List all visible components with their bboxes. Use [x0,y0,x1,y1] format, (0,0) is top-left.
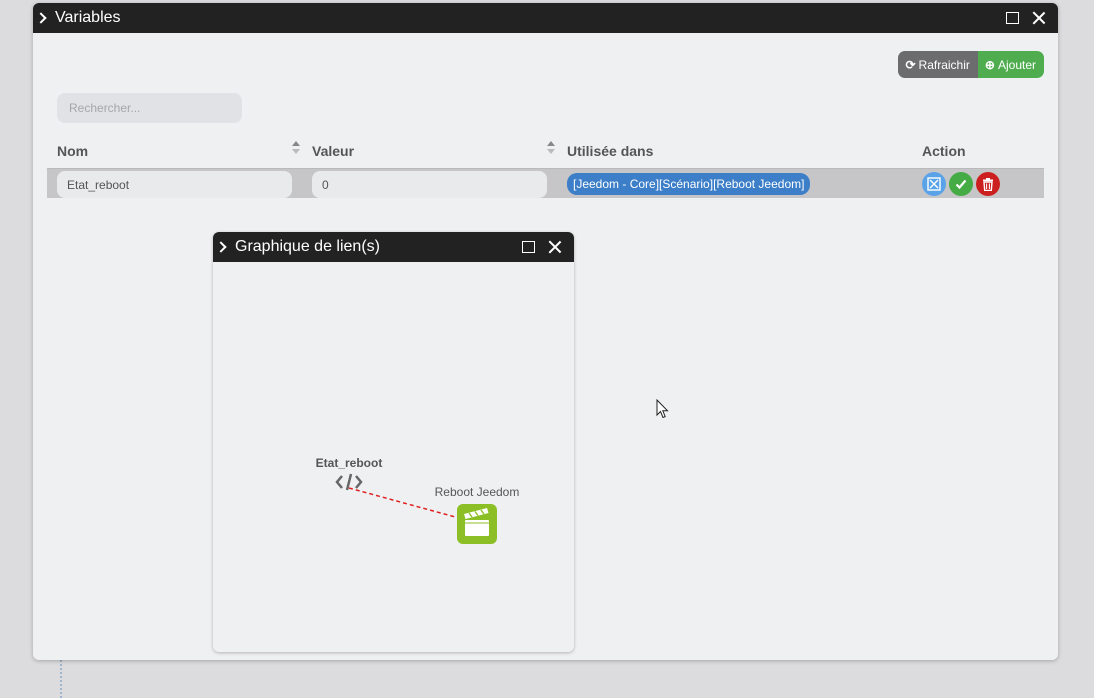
mouse-cursor-icon [656,399,669,419]
check-icon[interactable] [949,172,973,196]
close-icon[interactable] [548,240,562,254]
scenario-clapperboard-icon[interactable] [457,504,497,544]
value-field[interactable]: 0 [312,171,547,198]
graph-node-label: Reboot Jeedom [435,485,520,499]
header-action: Action [922,143,966,159]
background-dotted-line [60,660,62,698]
chevron-right-icon[interactable] [35,12,47,24]
header-nom[interactable]: Nom [57,143,88,159]
used-in-tag[interactable]: [Jeedom - Core][Scénario][Reboot Jeedom] [567,173,811,195]
header-valeur[interactable]: Valeur [312,143,354,159]
link-graph-window: Graphique de lien(s) Etat_reboot Reboot … [213,232,574,652]
table-header: Nom Valeur Utilisée dans Action [57,139,1047,161]
refresh-button[interactable]: ⟳ Rafraichir [898,51,978,78]
trash-icon[interactable] [976,172,1000,196]
graph-node-label: Etat_reboot [316,456,383,470]
search-input[interactable] [57,93,242,123]
name-field[interactable]: Etat_reboot [57,171,292,198]
modal-titlebar[interactable]: Variables [33,3,1058,33]
table-row: Etat_reboot 0 [Jeedom - Core][Scénario][… [47,168,1044,198]
maximize-icon[interactable] [1006,12,1019,24]
toolbar: ⟳ Rafraichir ⊕ Ajouter [898,51,1044,78]
code-icon[interactable] [335,473,363,491]
maximize-icon[interactable] [522,241,535,253]
refresh-button-label: Rafraichir [918,57,970,72]
graph-window-title: Graphique de lien(s) [235,238,380,255]
link-graph-icon[interactable] [922,172,946,196]
header-utilisee-dans: Utilisée dans [567,143,654,159]
chevron-right-icon[interactable] [215,241,227,253]
plus-circle-icon: ⊕ [984,57,995,72]
graph-titlebar[interactable]: Graphique de lien(s) [213,232,574,262]
close-icon[interactable] [1032,11,1046,25]
add-button[interactable]: ⊕ Ajouter [977,51,1044,78]
modal-title: Variables [55,9,121,26]
link-graph-canvas[interactable]: Etat_reboot Reboot Jeedom [213,262,574,652]
add-button-label: Ajouter [997,57,1036,72]
refresh-icon: ⟳ [905,57,916,72]
